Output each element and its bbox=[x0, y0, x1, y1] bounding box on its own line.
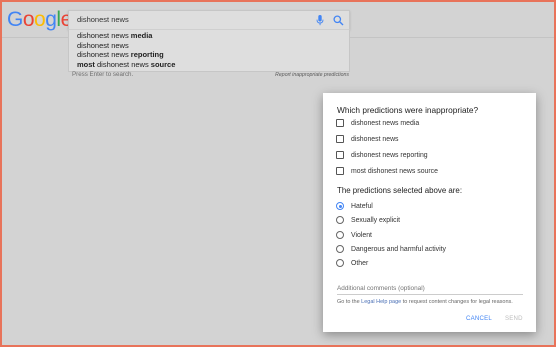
prediction-option[interactable]: most dishonest news source bbox=[336, 166, 438, 176]
prediction-checkbox[interactable] bbox=[336, 135, 344, 143]
suggestion-item[interactable]: most dishonest news source bbox=[69, 60, 349, 70]
prediction-checkbox[interactable] bbox=[336, 167, 344, 175]
reason-label: Hateful bbox=[351, 202, 373, 210]
reason-label: Other bbox=[351, 259, 369, 267]
prediction-label: most dishonest news source bbox=[351, 167, 438, 175]
page-frame: Google dishonest news mediadishonest new… bbox=[0, 0, 556, 347]
dialog-title: Which predictions were inappropriate? bbox=[337, 105, 479, 115]
suggestion-text: dishonest news bbox=[94, 59, 151, 69]
legal-suffix: to request content changes for legal rea… bbox=[401, 299, 513, 305]
suggestion-item[interactable]: dishonest news reporting bbox=[69, 50, 349, 60]
legal-prefix: Go to the bbox=[337, 299, 362, 305]
reason-option[interactable]: Violent bbox=[336, 230, 372, 240]
suggestion-item[interactable]: dishonest news bbox=[69, 41, 349, 51]
prediction-option[interactable]: dishonest news bbox=[336, 134, 399, 144]
suggestion-bold: source bbox=[150, 59, 176, 69]
reason-option[interactable]: Sexually explicit bbox=[336, 215, 400, 225]
suggestion-list: dishonest news media dishonest news dishon… bbox=[68, 29, 350, 72]
suggestion-text: dishonest news bbox=[77, 50, 131, 59]
suggestion-bold-prefix: most bbox=[77, 59, 95, 69]
suggestion-text: dishonest news bbox=[77, 31, 131, 40]
legal-help-link[interactable]: Legal Help page bbox=[361, 299, 401, 305]
logo-letter: o bbox=[34, 8, 46, 31]
prediction-checkbox[interactable] bbox=[336, 151, 344, 159]
search-icon[interactable] bbox=[333, 15, 344, 26]
prediction-label: dishonest news reporting bbox=[351, 151, 428, 159]
suggestion-bold: media bbox=[130, 31, 153, 40]
reason-radio[interactable] bbox=[336, 231, 344, 239]
reason-radio[interactable] bbox=[336, 259, 344, 267]
send-button[interactable]: SEND bbox=[505, 315, 523, 322]
report-dialog: Which predictions were inappropriate? di… bbox=[323, 93, 536, 332]
reason-option[interactable]: Hateful bbox=[336, 201, 373, 211]
reason-radio[interactable] bbox=[336, 216, 344, 224]
reason-option[interactable]: Other bbox=[336, 258, 368, 268]
reason-label: Sexually explicit bbox=[351, 216, 401, 224]
search-box[interactable] bbox=[68, 10, 350, 30]
reason-option[interactable]: Dangerous and harmful activity bbox=[336, 244, 446, 254]
suggestion-item[interactable]: dishonest news media bbox=[69, 31, 349, 41]
report-predictions-link[interactable]: Report inappropriate predictions bbox=[275, 72, 349, 78]
hint-row: Press Enter to search. Report inappropri… bbox=[72, 71, 349, 81]
prediction-label: dishonest news bbox=[351, 135, 399, 143]
logo-letter: o bbox=[22, 8, 35, 31]
search-input[interactable] bbox=[77, 15, 297, 24]
reason-label: Violent bbox=[351, 231, 372, 239]
suggestion-bold: reporting bbox=[130, 50, 164, 59]
logo-letter: G bbox=[7, 8, 23, 31]
press-enter-hint: Press Enter to search. bbox=[72, 71, 134, 78]
prediction-label: dishonest news media bbox=[351, 119, 420, 127]
prediction-checkbox[interactable] bbox=[336, 119, 344, 127]
cancel-button[interactable]: CANCEL bbox=[466, 315, 492, 322]
suggestion-text: dishonest news bbox=[77, 40, 129, 50]
reason-label: Dangerous and harmful activity bbox=[351, 245, 446, 253]
logo-letter: g bbox=[45, 8, 57, 31]
reason-radio[interactable] bbox=[336, 202, 344, 210]
comments-input[interactable] bbox=[337, 283, 523, 295]
mic-icon[interactable] bbox=[316, 15, 324, 26]
reason-radio[interactable] bbox=[336, 245, 344, 253]
reasons-title: The predictions selected above are: bbox=[337, 186, 463, 195]
prediction-option[interactable]: dishonest news media bbox=[336, 118, 419, 128]
prediction-option[interactable]: dishonest news reporting bbox=[336, 150, 428, 160]
google-logo[interactable]: Google bbox=[7, 8, 72, 32]
legal-note: Go to the Legal Help page to request con… bbox=[337, 299, 513, 305]
